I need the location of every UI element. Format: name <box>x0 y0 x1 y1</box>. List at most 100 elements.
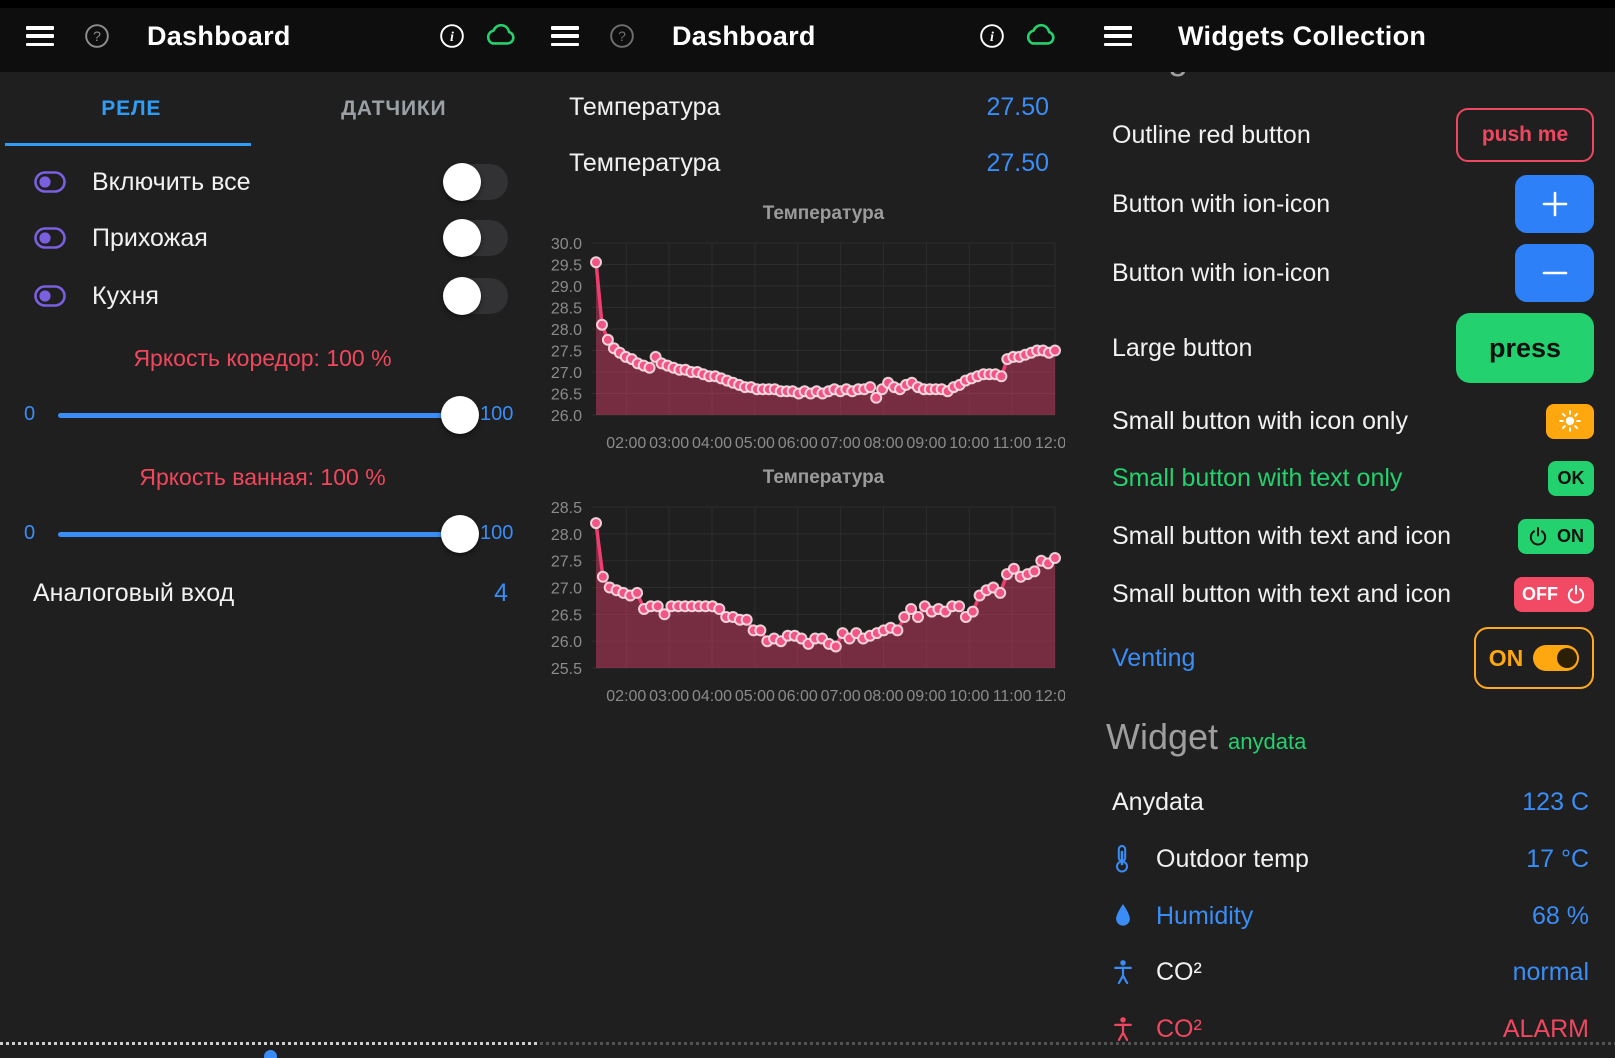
info-icon[interactable]: i <box>979 23 1005 49</box>
widget-row-off-button: Small button with text and icon OFF <box>1112 564 1594 624</box>
widget-row-label: Button with ion-icon <box>1112 259 1330 288</box>
menu-icon[interactable] <box>551 26 579 46</box>
svg-text:28.5: 28.5 <box>551 301 582 318</box>
svg-text:29.5: 29.5 <box>551 258 582 275</box>
venting-toggle-button[interactable]: ON <box>1474 627 1594 689</box>
svg-text:04:00: 04:00 <box>692 688 732 705</box>
slider-label-corridor: Яркость коредор: 100 % <box>0 345 525 372</box>
svg-text:09:00: 09:00 <box>906 688 946 705</box>
relay-tabs: РЕЛЕ ДАТЧИКИ <box>0 72 525 146</box>
cloud-status-icon[interactable] <box>1023 23 1057 49</box>
menu-icon[interactable] <box>26 26 54 46</box>
thermometer-icon <box>1112 844 1132 874</box>
data-row-co2-alarm: CO² ALARM <box>1112 1001 1589 1057</box>
svg-text:12:00: 12:00 <box>1035 435 1065 452</box>
widget-row-outline-button: Outline red button push me <box>1112 105 1594 165</box>
relay-row-all: Включить все <box>0 154 525 210</box>
widget-row-text-only: Small button with text only OK <box>1112 448 1594 508</box>
widget-row-label: Button with ion-icon <box>1112 190 1330 219</box>
svg-text:28.0: 28.0 <box>551 527 582 544</box>
remove-button[interactable] <box>1515 244 1594 302</box>
svg-text:07:00: 07:00 <box>821 688 861 705</box>
push-me-button[interactable]: push me <box>1456 108 1594 162</box>
slider-corridor: 0 100 <box>0 394 525 438</box>
ok-button[interactable]: OK <box>1548 461 1594 496</box>
temperature-chart-1: Температура 30.029.529.028.528.027.527.0… <box>525 203 1065 463</box>
on-button[interactable]: ON <box>1518 519 1594 554</box>
svg-text:25.5: 25.5 <box>551 661 582 678</box>
slider-bathroom-knob[interactable] <box>441 515 479 553</box>
relay-switch-all[interactable] <box>444 164 508 200</box>
sensors-dashboard-panel: ? Dashboard i Температура 27.50 Температ… <box>525 0 1065 1058</box>
svg-text:28.5: 28.5 <box>551 500 582 517</box>
data-row-label: CO² <box>1156 1015 1202 1044</box>
app-root: ? Dashboard i РЕЛЕ ДАТЧИКИ Включить все <box>0 0 1615 1058</box>
sunny-icon <box>1558 409 1582 433</box>
slider-corridor-knob[interactable] <box>441 396 479 434</box>
off-button[interactable]: OFF <box>1514 577 1594 612</box>
data-row-value: normal <box>1513 958 1589 987</box>
help-icon[interactable]: ? <box>84 23 110 49</box>
svg-text:08:00: 08:00 <box>863 435 903 452</box>
svg-text:27.5: 27.5 <box>551 344 582 361</box>
tab-relays[interactable]: РЕЛЕ <box>0 72 263 146</box>
page-title: Widgets Collection <box>1178 21 1426 52</box>
widget-row-large-button: Large button press <box>1112 318 1594 378</box>
clipped-water-drop-icon <box>264 1050 277 1058</box>
widget-row-label: Outline red button <box>1112 121 1311 150</box>
widgets-collection-panel: Widgets Collection Widgetbtn Outline red… <box>1065 0 1615 1058</box>
svg-text:i: i <box>450 29 454 45</box>
data-row-label: Anydata <box>1112 788 1204 817</box>
sunny-button[interactable] <box>1546 404 1594 439</box>
slider-min-label: 0 <box>24 403 35 426</box>
help-icon[interactable]: ? <box>609 23 635 49</box>
slider-bathroom: 0 100 <box>0 513 525 557</box>
info-icon[interactable]: i <box>439 23 465 49</box>
data-row-value: 68 % <box>1532 902 1589 931</box>
power-icon <box>1528 526 1548 546</box>
data-row-value: ALARM <box>1503 1015 1589 1044</box>
temperature-value: 27.50 <box>986 93 1049 122</box>
clipped-section-heading: Widgetbtn <box>1065 72 1615 88</box>
widget-row-add-button: Button with ion-icon <box>1112 174 1594 234</box>
data-row-anydata: Anydata 123 C <box>1112 774 1589 830</box>
cloud-status-icon[interactable] <box>483 23 517 49</box>
svg-text:?: ? <box>618 28 626 44</box>
bottom-dotted-divider <box>0 1042 540 1045</box>
svg-text:?: ? <box>93 28 101 44</box>
svg-text:07:00: 07:00 <box>821 435 861 452</box>
relay-label: Кухня <box>92 282 159 311</box>
section-title: Widget <box>1106 716 1218 757</box>
slider-corridor-track[interactable] <box>58 413 466 418</box>
svg-text:03:00: 03:00 <box>649 435 689 452</box>
menu-icon[interactable] <box>1104 26 1132 46</box>
svg-text:26.5: 26.5 <box>551 607 582 624</box>
relay-switch-hallway[interactable] <box>444 220 508 256</box>
svg-text:27.5: 27.5 <box>551 554 582 571</box>
relay-switch-kitchen[interactable] <box>444 278 508 314</box>
analog-input-value: 4 <box>494 579 508 608</box>
widget-row-label: Small button with icon only <box>1112 407 1408 436</box>
widget-row-label: Small button with text and icon <box>1112 522 1451 551</box>
venting-toggle-icon <box>1533 645 1579 671</box>
widget-row-label: Large button <box>1112 334 1252 363</box>
slider-bathroom-track[interactable] <box>58 532 466 537</box>
minus-icon <box>1540 258 1570 288</box>
widget-row-remove-button: Button with ion-icon <box>1112 243 1594 303</box>
data-row-label: CO² <box>1156 958 1202 987</box>
analog-input-label: Аналоговый вход <box>33 579 234 608</box>
slider-min-label: 0 <box>24 522 35 545</box>
sensors-header: ? Dashboard i <box>525 0 1065 72</box>
data-row-value: 123 C <box>1522 788 1589 817</box>
toggle-glyph-icon <box>34 285 66 307</box>
press-button[interactable]: press <box>1456 313 1594 383</box>
svg-text:11:00: 11:00 <box>993 435 1032 452</box>
temperature-chart-2: Температура 28.528.027.527.026.526.025.5… <box>525 467 1065 717</box>
on-button-label: ON <box>1557 526 1584 547</box>
add-button[interactable] <box>1515 175 1594 233</box>
data-row-co2-normal: CO² normal <box>1112 944 1589 1000</box>
tab-sensors[interactable]: ДАТЧИКИ <box>263 72 526 146</box>
svg-text:27.0: 27.0 <box>551 365 582 382</box>
svg-text:29.0: 29.0 <box>551 279 582 296</box>
data-row-value: 17 °C <box>1526 845 1589 874</box>
